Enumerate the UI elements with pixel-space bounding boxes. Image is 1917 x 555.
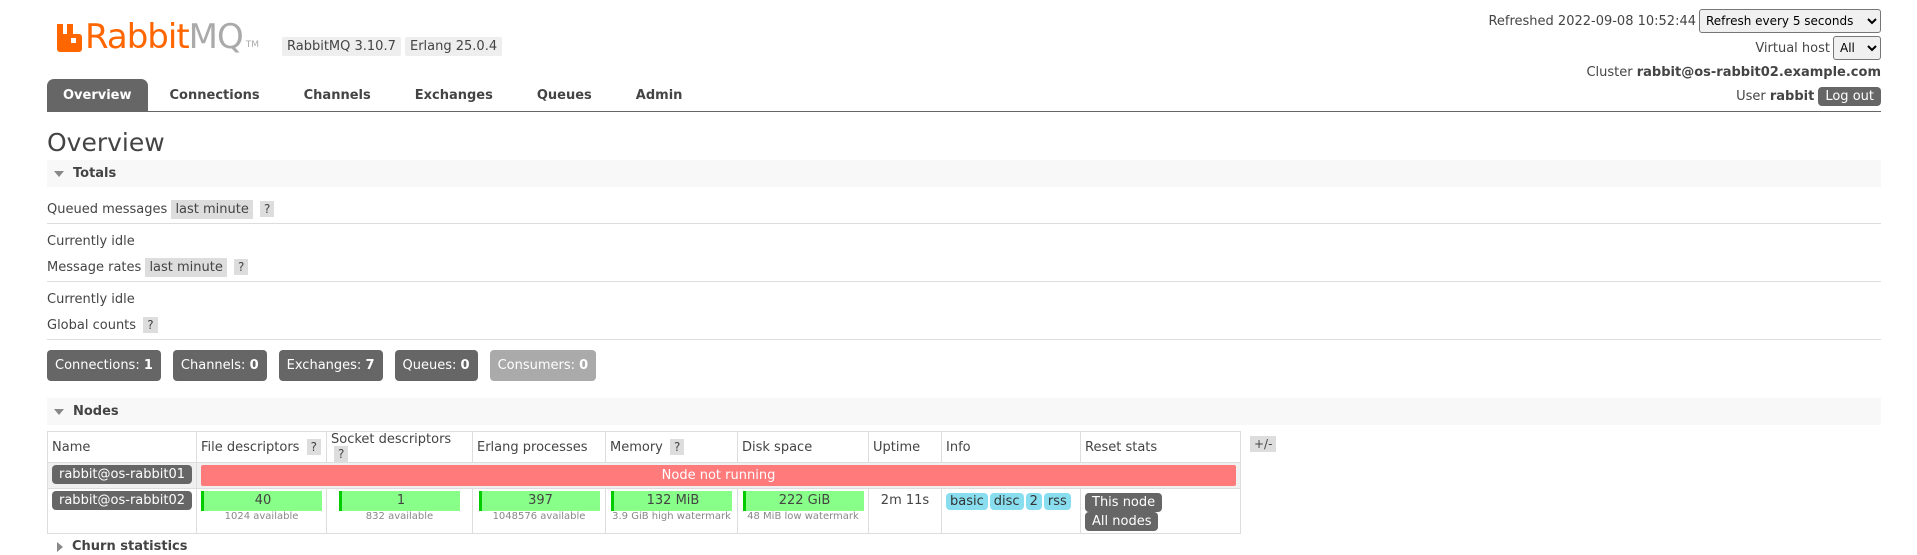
global-counts-label: Global counts: [47, 318, 137, 333]
tab-connections[interactable]: Connections: [148, 79, 282, 111]
tab-admin[interactable]: Admin: [614, 79, 705, 111]
table-row: rabbit@os-rabbit02 40 1024 available 1 832…: [47, 488, 1241, 534]
collapse-icon: [54, 170, 64, 177]
logo-trademark: TM: [245, 40, 260, 50]
main-nav: Overview Connections Channels Exchanges …: [47, 79, 1881, 112]
memory-cell: 132 MiB 3.9 GiB high watermark: [605, 488, 738, 534]
erlang-version: Erlang 25.0.4: [405, 37, 503, 56]
count-queues[interactable]: Queues: 0: [394, 350, 478, 381]
cluster-label: Cluster: [1586, 64, 1633, 80]
node-status-cell: Node not running: [196, 462, 1241, 489]
col-erlang-processes: Erlang processes: [472, 431, 606, 463]
ep-cell: 397 1048576 available: [472, 488, 606, 534]
memory-bar: 132 MiB: [611, 491, 732, 511]
col-uptime: Uptime: [868, 431, 942, 463]
count-channels[interactable]: Channels: 0: [172, 350, 267, 381]
help-icon[interactable]: ?: [334, 446, 349, 462]
page-title: Overview: [47, 128, 165, 157]
expand-icon: [57, 541, 63, 552]
col-disk-space: Disk space: [737, 431, 869, 463]
node-not-running-badge: Node not running: [201, 465, 1236, 486]
info-badge: rss: [1043, 493, 1071, 510]
help-icon[interactable]: ?: [670, 438, 685, 455]
uptime-cell: 2m 11s: [868, 488, 942, 534]
totals-section-header[interactable]: Totals: [47, 160, 1881, 187]
disk-bar: 222 GiB: [742, 491, 864, 511]
node-name-cell: rabbit@os-rabbit02: [47, 488, 197, 534]
help-icon[interactable]: ?: [260, 201, 275, 217]
table-header-row: Name File descriptors ? Socket descripto…: [47, 431, 1241, 463]
node-name-cell: rabbit@os-rabbit01: [47, 462, 197, 489]
nodes-section-header[interactable]: Nodes: [47, 398, 1881, 425]
queued-messages-label: Queued messages: [47, 202, 168, 217]
global-counts: Connections: 1 Channels: 0 Exchanges: 7 …: [47, 350, 608, 381]
virtual-host-label: Virtual host: [1755, 40, 1830, 56]
ep-available: 1048576 available: [492, 511, 586, 522]
count-exchanges[interactable]: Exchanges: 7: [278, 350, 383, 381]
fd-available: 1024 available: [224, 511, 299, 522]
uptime-value: 2m 11s: [880, 493, 930, 508]
nodes-table: Name File descriptors ? Socket descripto…: [47, 431, 1241, 534]
refreshed-timestamp: Refreshed 2022-09-08 10:52:44: [1488, 13, 1696, 29]
col-reset-stats: Reset stats: [1080, 431, 1241, 463]
sd-available: 832 available: [365, 511, 434, 522]
queued-messages-range[interactable]: last minute: [171, 200, 253, 219]
churn-section-header[interactable]: Churn statistics: [47, 538, 1881, 555]
queued-messages-row: Queued messages last minute ?: [47, 200, 1881, 224]
info-badge: disc: [989, 493, 1024, 510]
refresh-interval-select[interactable]: Refresh every 5 seconds: [1699, 9, 1881, 33]
nodes-section-label: Nodes: [73, 404, 119, 419]
reset-this-node-button[interactable]: This node: [1085, 493, 1163, 512]
rabbitmq-version: RabbitMQ 3.10.7: [282, 37, 401, 56]
node-name-link[interactable]: rabbit@os-rabbit02: [52, 491, 192, 510]
tab-queues[interactable]: Queues: [515, 79, 614, 111]
count-connections[interactable]: Connections: 1: [47, 350, 161, 381]
logo-word-rabbit: Rabbit: [85, 17, 190, 57]
reset-all-nodes-button[interactable]: All nodes: [1085, 512, 1159, 531]
sd-cell: 1 832 available: [326, 488, 473, 534]
help-icon[interactable]: ?: [143, 317, 158, 333]
message-rates-label: Message rates: [47, 260, 142, 275]
col-info: Info: [941, 431, 1081, 463]
virtual-host-select[interactable]: All: [1833, 36, 1881, 60]
queued-idle-text: Currently idle: [47, 234, 135, 249]
info-badge: 2: [1025, 493, 1042, 510]
tab-channels[interactable]: Channels: [282, 79, 393, 111]
rabbit-logo-icon: [57, 22, 83, 52]
tab-overview[interactable]: Overview: [47, 79, 148, 111]
help-icon[interactable]: ?: [234, 259, 249, 275]
fd-bar: 40: [201, 491, 322, 511]
reset-stats-cell: This nodeAll nodes: [1080, 488, 1241, 534]
columns-toggle-button[interactable]: +/-: [1250, 436, 1277, 452]
count-consumers: Consumers: 0: [489, 350, 597, 381]
collapse-icon: [54, 408, 64, 415]
ep-bar: 397: [478, 491, 600, 511]
cluster-name: rabbit@os-rabbit02.example.com: [1636, 64, 1881, 80]
fd-cell: 40 1024 available: [196, 488, 327, 534]
sd-bar: 1: [339, 491, 460, 511]
node-name-link[interactable]: rabbit@os-rabbit01: [52, 465, 192, 484]
col-file-descriptors: File descriptors ?: [196, 431, 327, 463]
info-cell: basic disc 2 rss: [941, 488, 1081, 534]
rates-idle-text: Currently idle: [47, 292, 135, 307]
rabbitmq-logo: Rabbit MQ TM: [57, 18, 259, 56]
totals-section-label: Totals: [73, 166, 117, 181]
col-socket-descriptors: Socket descriptors ?: [326, 431, 473, 463]
disk-cell: 222 GiB 48 MiB low watermark: [737, 488, 869, 534]
disk-watermark: 48 MiB low watermark: [747, 511, 859, 522]
message-rates-row: Message rates last minute ?: [47, 258, 1881, 282]
global-counts-row: Global counts ?: [47, 317, 1881, 340]
info-badge: basic: [946, 493, 988, 510]
memory-watermark: 3.9 GiB high watermark: [612, 511, 731, 522]
col-name: Name: [47, 431, 197, 463]
help-icon[interactable]: ?: [306, 438, 321, 455]
logo-word-mq: MQ: [188, 17, 244, 57]
churn-section-label: Churn statistics: [72, 539, 188, 554]
col-memory: Memory ?: [605, 431, 738, 463]
tab-exchanges[interactable]: Exchanges: [393, 79, 515, 111]
message-rates-range[interactable]: last minute: [145, 258, 227, 277]
table-row: rabbit@os-rabbit01 Node not running: [47, 462, 1241, 489]
